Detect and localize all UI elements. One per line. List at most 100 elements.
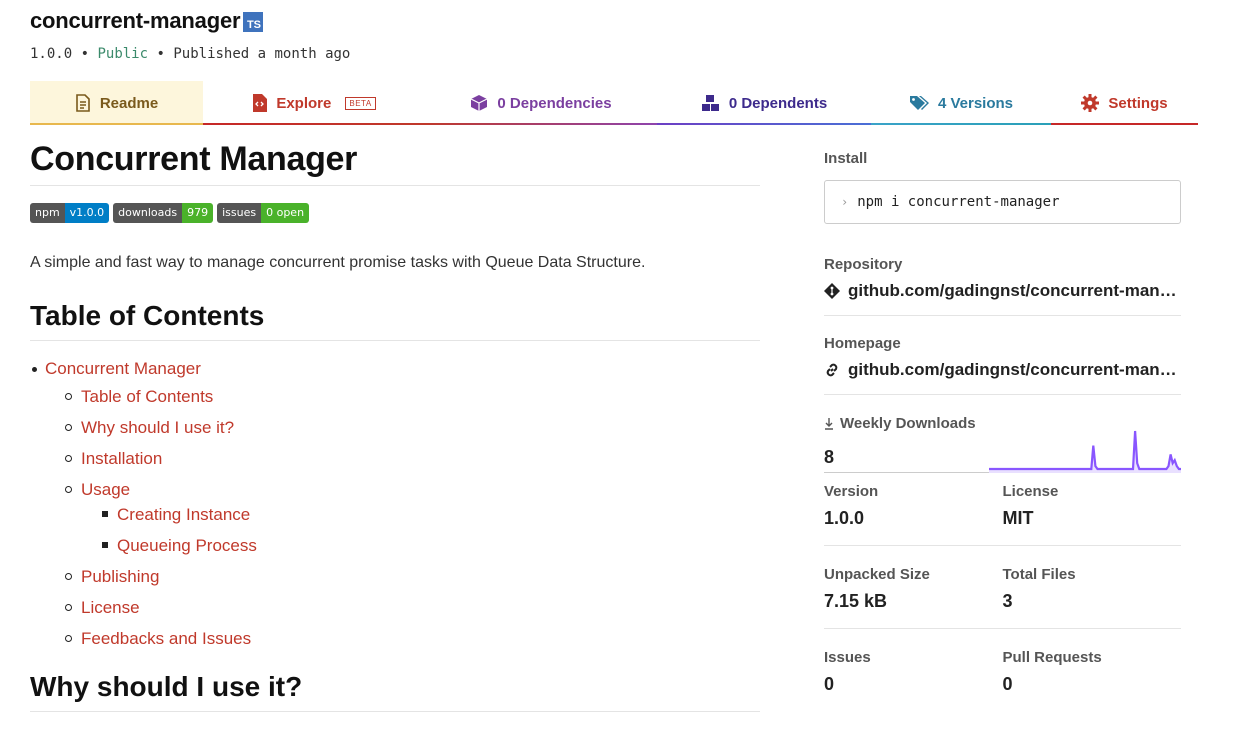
- typescript-badge-icon[interactable]: TS: [243, 12, 263, 32]
- document-icon: [75, 94, 91, 112]
- package-version: 1.0.0: [30, 46, 73, 62]
- badge-value: 979: [182, 203, 214, 223]
- tab-label: 0 Dependents: [728, 94, 828, 112]
- homepage-url[interactable]: github.com/gadingnst/concurrent-man…: [848, 360, 1177, 380]
- tab-readme[interactable]: Readme: [30, 81, 203, 125]
- toc-item: Queueing Process: [30, 533, 760, 564]
- size-files-row: Unpacked Size 7.15 kB Total Files 3: [824, 566, 1181, 629]
- version-block: Version 1.0.0: [824, 483, 1003, 529]
- badges-row: npm v1.0.0 downloads 979 issues 0 open: [30, 203, 760, 223]
- tab-explore[interactable]: Explore BETA: [203, 81, 425, 125]
- toc-item: Feedbacks and Issues: [30, 626, 760, 657]
- tags-icon: [909, 95, 929, 111]
- meta-separator: •: [80, 46, 90, 62]
- license-value: MIT: [1002, 508, 1034, 528]
- readme-content: Concurrent Manager npm v1.0.0 downloads …: [30, 140, 760, 712]
- weekly-downloads-label: Weekly Downloads: [840, 415, 976, 432]
- repository-url[interactable]: github.com/gadingnst/concurrent-man…: [848, 281, 1177, 301]
- tab-label: 0 Dependencies: [497, 94, 612, 112]
- repository-link[interactable]: github.com/gadingnst/concurrent-man…: [824, 281, 1181, 301]
- package-title: concurrent-manager: [30, 8, 241, 33]
- npm-version-badge[interactable]: npm v1.0.0: [30, 203, 110, 223]
- readme-description: A simple and fast way to manage concurre…: [30, 254, 646, 271]
- version-value: 1.0.0: [824, 508, 865, 528]
- toc-item: Usage: [30, 477, 760, 502]
- issues-badge[interactable]: issues 0 open: [217, 203, 310, 223]
- toc-link[interactable]: Usage: [81, 480, 130, 499]
- gear-icon: [1081, 94, 1100, 112]
- homepage-section: Homepage github.com/gadingnst/concurrent…: [824, 335, 1181, 395]
- toc-link[interactable]: Creating Instance: [117, 505, 250, 524]
- toc-link[interactable]: Why should I use it?: [81, 418, 234, 437]
- tab-versions[interactable]: 4 Versions: [871, 81, 1051, 125]
- toc-heading: Table of Contents: [30, 300, 760, 341]
- toc-link[interactable]: Concurrent Manager: [45, 359, 201, 378]
- badge-label: issues: [217, 203, 262, 223]
- toc-list: Concurrent Manager Table of Contents Why…: [30, 359, 760, 657]
- link-icon: [824, 362, 840, 378]
- unpacked-size-value: 7.15 kB: [824, 591, 888, 611]
- weekly-downloads-section: Weekly Downloads 8: [824, 415, 1181, 475]
- tab-dependencies[interactable]: 0 Dependencies: [425, 81, 657, 125]
- readme-title: Concurrent Manager: [30, 140, 760, 186]
- tab-label: Explore: [276, 94, 332, 112]
- install-command[interactable]: npm i concurrent-manager: [857, 194, 1059, 210]
- downloads-badge[interactable]: downloads 979: [113, 203, 214, 223]
- unpacked-size-block: Unpacked Size 7.15 kB: [824, 566, 1003, 612]
- install-command-box[interactable]: › npm i concurrent-manager: [824, 180, 1181, 224]
- toc-item: Table of Contents: [30, 384, 760, 415]
- pull-requests-label: Pull Requests: [1002, 649, 1102, 666]
- tab-dependents[interactable]: 0 Dependents: [657, 81, 871, 125]
- weekly-downloads-count: 8: [824, 447, 989, 473]
- toc-link[interactable]: Feedbacks and Issues: [81, 629, 251, 648]
- boxes-icon: [701, 94, 720, 112]
- tab-label: 4 Versions: [937, 94, 1014, 112]
- badge-label: downloads: [113, 203, 183, 223]
- badge-value: 0 open: [261, 203, 310, 223]
- meta-separator: •: [156, 46, 165, 62]
- total-files-value: 3: [1002, 591, 1013, 611]
- version-license-row: Version 1.0.0 License MIT: [824, 483, 1181, 546]
- issues-value[interactable]: 0: [824, 674, 1003, 695]
- repository-section: Repository github.com/gadingnst/concurre…: [824, 256, 1181, 316]
- visibility-label: Public: [97, 46, 149, 62]
- sparkline-area: [989, 431, 1181, 473]
- pull-requests-block: Pull Requests 0: [1003, 649, 1182, 695]
- package-meta: 1.0.0 • Public • Published a month ago: [30, 46, 350, 62]
- license-block: License MIT: [1003, 483, 1182, 529]
- homepage-label: Homepage: [824, 335, 901, 352]
- sparkline-line: [989, 430, 1181, 471]
- weekly-downloads-sparkline[interactable]: [989, 415, 1181, 475]
- why-heading: Why should I use it?: [30, 671, 760, 712]
- tab-label: Readme: [99, 94, 159, 112]
- tab-settings[interactable]: Settings: [1051, 81, 1198, 125]
- pull-requests-value[interactable]: 0: [1003, 674, 1182, 695]
- tab-label: Settings: [1108, 94, 1168, 112]
- published-date: Published a month ago: [173, 46, 351, 62]
- terminal-prompt-icon: ›: [841, 195, 849, 209]
- issues-block: Issues 0: [824, 649, 1003, 695]
- toc-item: Installation: [30, 446, 760, 477]
- version-label: Version: [824, 483, 879, 500]
- repository-label: Repository: [824, 256, 903, 273]
- install-label: Install: [824, 150, 868, 167]
- toc-item: License: [30, 595, 760, 626]
- badge-label: npm: [30, 203, 65, 223]
- homepage-link[interactable]: github.com/gadingnst/concurrent-man…: [824, 360, 1181, 380]
- package-tabs: Readme Explore BETA 0 Dependencies 0 Dep…: [30, 81, 1198, 125]
- unpacked-size-label: Unpacked Size: [824, 566, 930, 583]
- beta-badge: BETA: [345, 96, 376, 110]
- package-sidebar: Install › npm i concurrent-manager Repos…: [824, 150, 1181, 695]
- git-icon: [824, 283, 840, 299]
- file-code-icon: [252, 94, 268, 112]
- toc-item: Why should I use it?: [30, 415, 760, 446]
- toc-link[interactable]: Publishing: [81, 567, 159, 586]
- download-icon: [824, 417, 834, 430]
- toc-link[interactable]: Queueing Process: [117, 536, 257, 555]
- toc-link[interactable]: Installation: [81, 449, 162, 468]
- license-label: License: [1002, 483, 1059, 500]
- toc-link[interactable]: Table of Contents: [81, 387, 213, 406]
- toc-item: Concurrent Manager: [30, 359, 760, 384]
- toc-link[interactable]: License: [81, 598, 140, 617]
- toc-item: Creating Instance: [30, 502, 760, 533]
